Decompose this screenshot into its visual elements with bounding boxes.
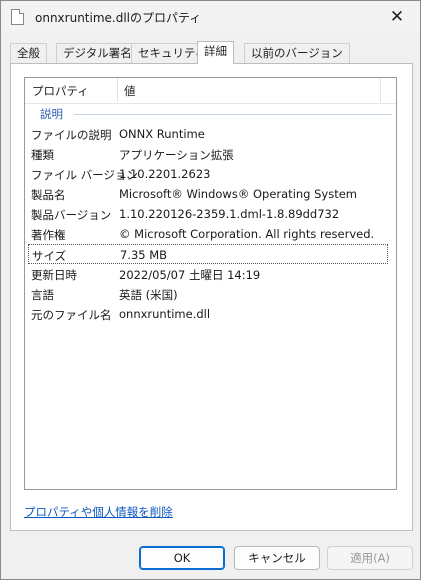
column-header-property[interactable]: プロパティ	[32, 83, 89, 99]
property-value: 2022/05/07 土曜日 14:19	[119, 268, 261, 282]
listview-header: プロパティ 値	[25, 78, 396, 104]
file-icon	[11, 9, 24, 25]
property-name: 元のファイル名	[31, 308, 112, 322]
tab-digital-signatures[interactable]: デジタル署名	[56, 43, 139, 63]
tab-previous-versions[interactable]: 以前のバージョン	[244, 43, 350, 63]
tab-general[interactable]: 全般	[10, 43, 47, 63]
property-name: 著作権	[31, 228, 66, 242]
list-item-selected[interactable]: サイズ 7.35 MB	[28, 244, 388, 264]
tab-details[interactable]: 詳細	[197, 41, 234, 64]
column-separator[interactable]	[380, 78, 381, 102]
column-header-value[interactable]: 値	[124, 83, 136, 99]
property-name: サイズ	[32, 249, 67, 263]
cancel-button[interactable]: キャンセル	[234, 546, 320, 570]
property-name: ファイルの説明	[31, 128, 112, 142]
property-value: 1.10.220126-2359.1.dml-1.8.89dd732	[119, 207, 340, 221]
property-name: 言語	[31, 288, 54, 302]
property-value: ONNX Runtime	[119, 127, 205, 141]
property-value: アプリケーション拡張	[119, 148, 234, 162]
window-title: onnxruntime.dllのプロパティ	[35, 11, 202, 25]
group-label: 説明	[40, 107, 63, 121]
property-value: © Microsoft Corporation. All rights rese…	[119, 227, 375, 241]
tab-strip: 全般 デジタル署名 セキュリティ 詳細 以前のバージョン	[10, 41, 413, 64]
list-item[interactable]: 製品名 Microsoft® Windows® Operating System	[28, 184, 388, 204]
details-listview[interactable]: プロパティ 値 説明 ファイルの説明 ONNX Runtime 種類 アプリケー…	[24, 77, 397, 490]
group-header-description: 説明	[30, 106, 392, 122]
close-icon: ✕	[389, 7, 405, 27]
property-name: 製品バージョン	[31, 208, 112, 222]
apply-button[interactable]: 適用(A)	[327, 546, 413, 570]
property-name: 製品名	[31, 188, 66, 202]
property-value: 英語 (米国)	[119, 288, 178, 302]
property-name: 更新日時	[31, 268, 77, 282]
remove-properties-link[interactable]: プロパティや個人情報を削除	[24, 504, 173, 520]
close-button[interactable]: ✕	[374, 1, 420, 33]
property-value: Microsoft® Windows® Operating System	[119, 187, 358, 201]
group-divider	[74, 114, 392, 115]
list-item[interactable]: 元のファイル名 onnxruntime.dll	[28, 304, 388, 324]
list-item[interactable]: 言語 英語 (米国)	[28, 284, 388, 304]
details-panel: プロパティ 値 説明 ファイルの説明 ONNX Runtime 種類 アプリケー…	[10, 63, 413, 531]
properties-dialog: onnxruntime.dllのプロパティ ✕ 全般 デジタル署名 セキュリティ…	[0, 0, 421, 580]
list-item[interactable]: 種類 アプリケーション拡張	[28, 144, 388, 164]
list-item[interactable]: 製品バージョン 1.10.220126-2359.1.dml-1.8.89dd7…	[28, 204, 388, 224]
column-separator[interactable]	[117, 78, 118, 102]
property-value: 7.35 MB	[120, 248, 168, 262]
property-value: onnxruntime.dll	[119, 307, 211, 321]
ok-button[interactable]: OK	[139, 546, 225, 570]
list-item[interactable]: 更新日時 2022/05/07 土曜日 14:19	[28, 264, 388, 284]
property-value: 1.10.2201.2623	[119, 167, 211, 181]
list-item[interactable]: 著作権 © Microsoft Corporation. All rights …	[28, 224, 388, 244]
list-item[interactable]: ファイルの説明 ONNX Runtime	[28, 124, 388, 144]
property-name: 種類	[31, 148, 54, 162]
list-item[interactable]: ファイル バージョン 1.10.2201.2623	[28, 164, 388, 184]
title-bar: onnxruntime.dllのプロパティ ✕	[1, 1, 420, 33]
